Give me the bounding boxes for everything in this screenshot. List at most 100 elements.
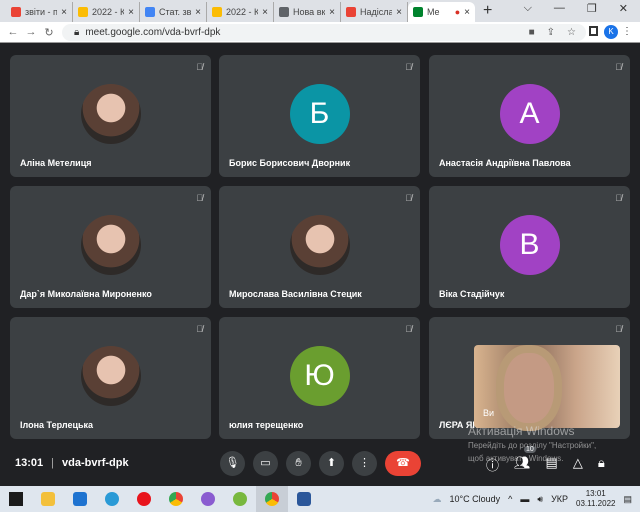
close-tab-icon[interactable]: × [464, 7, 470, 18]
weather-text[interactable]: 10°C Cloudy [450, 494, 501, 504]
language-indicator[interactable]: УКР [551, 494, 568, 504]
participants-count-badge: 10 [524, 446, 536, 453]
volume-icon[interactable]: 🔊︎ [537, 494, 543, 505]
close-tab-icon[interactable]: × [262, 7, 268, 18]
tab-5[interactable]: Надісла × [341, 2, 408, 22]
back-icon[interactable]: ← [4, 26, 22, 38]
camera-button[interactable]: ▭ [253, 451, 278, 476]
mail-icon[interactable] [64, 486, 96, 512]
muted-mic-icon: 🎙̸ [405, 62, 412, 72]
url-input[interactable]: 🔒︎ meet.google.com/vda-bvrf-dpk ■ ⇪ ☆ [62, 24, 586, 41]
edge-icon[interactable] [96, 486, 128, 512]
share-icon[interactable]: ⇪ [547, 27, 555, 38]
start-button[interactable] [0, 486, 32, 512]
participant-tile[interactable]: 🎙̸ Мирослава Василівна Стецик [219, 186, 420, 308]
tab-title: 2022 - К [226, 7, 259, 17]
tab-4[interactable]: Нова вк × [274, 2, 341, 22]
muted-mic-icon: 🎙̸ [615, 324, 622, 334]
tab-3[interactable]: 2022 - К × [207, 2, 274, 22]
participant-avatar: Ю [289, 346, 350, 406]
clock[interactable]: 13:01 03.11.2022 [576, 489, 615, 509]
meet-icon [413, 7, 423, 17]
tab-6[interactable]: Me ● × [408, 2, 475, 22]
participant-tile[interactable]: 🎙̸ В Віка Стадійчук [429, 186, 630, 308]
close-tab-icon[interactable]: × [329, 7, 335, 18]
close-tab-icon[interactable]: × [195, 7, 201, 18]
participant-tile[interactable]: 🎙̸ Дар`я Миколаївна Мироненко [10, 186, 211, 308]
minimize-button[interactable]: — [554, 2, 565, 15]
tray-expand-icon[interactable]: ^ [508, 494, 512, 504]
participant-photo [80, 215, 141, 275]
close-tab-icon[interactable]: × [128, 7, 134, 18]
url-text: meet.google.com/vda-bvrf-dpk [85, 27, 221, 38]
self-video-face [504, 353, 554, 423]
clock-date: 03.11.2022 [576, 499, 616, 508]
participant-name: Анастасія Андріївна Павлова [439, 158, 571, 168]
windows-taskbar: ☁ 10°C Cloudy ^ ▬ 🔊︎ УКР 13:01 03.11.2022… [0, 486, 640, 512]
docs-icon [145, 7, 155, 17]
meeting-controls-bar: 13:01 | vda-bvrf-dpk 🎙︎ ▭ ✋︎ ⬆ ⋮ ☎︎ ⓘ 👥︎ ▤… [0, 440, 640, 486]
muted-mic-icon: 🎙̸ [196, 193, 203, 203]
bookmark-star-icon[interactable]: ☆ [567, 27, 576, 38]
tab-1[interactable]: 2022 - К × [73, 2, 140, 22]
activities-icon[interactable]: △ [573, 455, 583, 474]
chat-icon[interactable]: ▤ [546, 455, 558, 474]
close-window-button[interactable]: ✕ [619, 2, 628, 15]
network-icon[interactable]: ▬ [520, 494, 529, 504]
tab-title: звіти - п [25, 7, 58, 17]
chrome-profile-taskbar-icon[interactable] [256, 486, 288, 512]
participant-avatar: А [499, 84, 560, 144]
participant-tile[interactable]: 🎙̸ Ілона Терлецька [10, 317, 211, 439]
menu-icon[interactable]: ⋮ [622, 26, 632, 37]
meeting-details-icon[interactable]: ⓘ [486, 455, 499, 474]
restore-button[interactable]: ❐ [587, 2, 597, 15]
participant-name: Дар`я Миколаївна Мироненко [20, 289, 152, 299]
participant-name: Мирослава Василівна Стецик [229, 289, 362, 299]
chrome-icon [279, 7, 289, 17]
tab-0[interactable]: звіти - п × [6, 2, 73, 22]
participant-avatar: Б [289, 84, 350, 144]
microphone-button[interactable]: 🎙︎ [220, 451, 245, 476]
meeting-time: 13:01 [15, 457, 44, 469]
participant-tile[interactable]: 🎙̸ Ююлия терещенко [219, 317, 420, 439]
participant-name: Віка Стадійчук [439, 289, 505, 299]
tab-search-icon[interactable]: ⌵ [524, 2, 532, 15]
host-controls-icon[interactable]: 🔒︎ [598, 455, 605, 474]
participant-name: Ілона Терлецька [20, 420, 94, 430]
word-icon[interactable] [288, 486, 320, 512]
tab-title: Нова вк [293, 7, 326, 17]
participant-tile[interactable]: 🎙̸ А Анастасія Андріївна Павлова [429, 55, 630, 177]
chrome-taskbar-icon[interactable] [160, 486, 192, 512]
tab-2[interactable]: Стат. зв × [140, 2, 207, 22]
utorrent-icon[interactable] [224, 486, 256, 512]
more-options-button[interactable]: ⋮ [352, 451, 377, 476]
weather-icon[interactable]: ☁ [433, 494, 442, 505]
vpn-icon[interactable] [192, 486, 224, 512]
leave-call-button[interactable]: ☎︎ [385, 451, 421, 476]
drive-icon [78, 7, 88, 17]
participant-avatar: В [499, 215, 560, 275]
profile-avatar[interactable]: K [604, 25, 618, 39]
close-tab-icon[interactable]: × [61, 7, 67, 18]
camera-icon[interactable]: ■ [529, 27, 535, 38]
raise-hand-button[interactable]: ✋︎ [286, 451, 311, 476]
participant-tile[interactable]: 🎙̸ Б Борис Борисович Дворник [219, 55, 420, 177]
muted-mic-icon: 🎙̸ [615, 62, 622, 72]
present-screen-button[interactable]: ⬆ [319, 451, 344, 476]
tab-title: 2022 - К [92, 7, 125, 17]
people-icon[interactable]: 👥︎ [514, 455, 531, 474]
muted-mic-icon: 🎙̸ [615, 193, 622, 203]
reload-icon[interactable]: ↻ [40, 26, 58, 39]
side-panel-icon[interactable] [589, 26, 598, 36]
tab-strip: звіти - п × 2022 - К × Стат. зв × 2022 - К × Нов… [0, 0, 640, 22]
new-tab-button[interactable]: + [483, 2, 492, 20]
participant-tile[interactable]: 🎙̸ Аліна Метелиця [10, 55, 211, 177]
close-tab-icon[interactable]: × [396, 7, 402, 18]
muted-mic-icon: 🎙̸ [405, 324, 412, 334]
gmail-icon [11, 7, 21, 17]
file-explorer-icon[interactable] [32, 486, 64, 512]
gmail-icon [346, 7, 356, 17]
notifications-icon[interactable]: ▤ [623, 494, 632, 505]
opera-icon[interactable] [128, 486, 160, 512]
forward-icon[interactable]: → [22, 26, 40, 38]
